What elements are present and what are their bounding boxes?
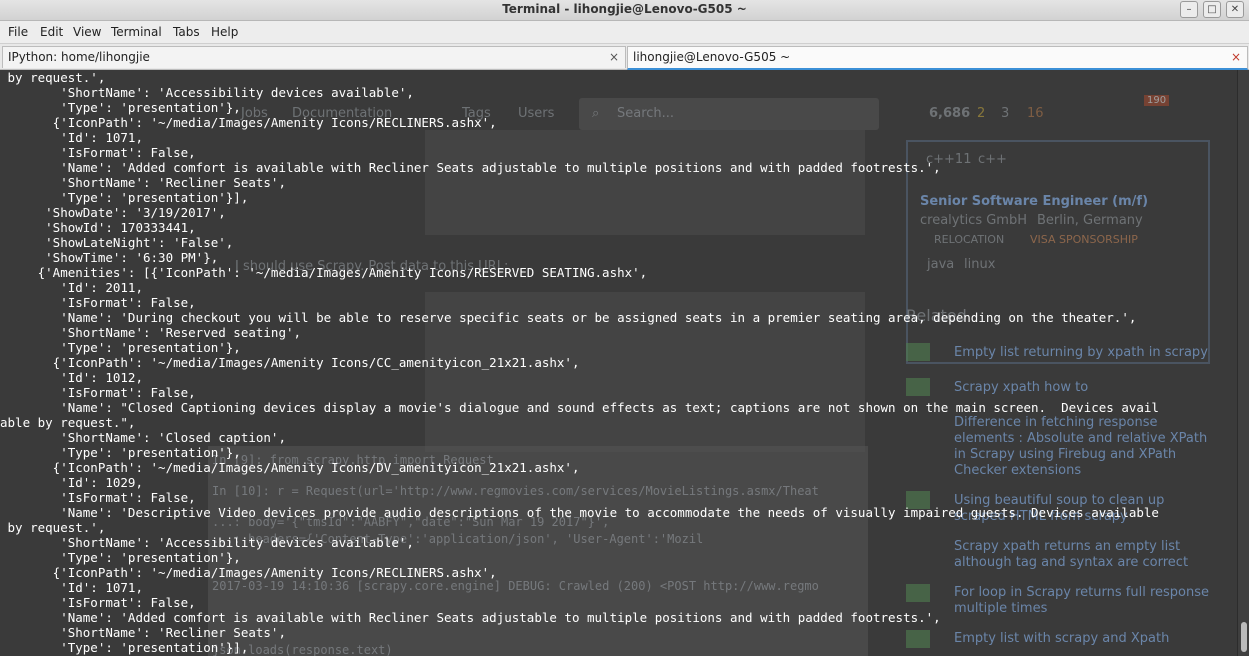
menu-help[interactable]: Help [211,25,238,39]
terminal-line: 'Type': 'presentation'}], [0,190,249,205]
tab-terminal[interactable]: lihongjie@Lenovo-G505 ~ × [627,46,1248,70]
terminal-line: by request.', [0,70,106,85]
terminal-line: 'Type': 'presentation'}, [0,445,241,460]
terminal-line: 'IsFormat': False, [0,295,196,310]
terminal-line: 'Name': 'Descriptive Video devices provi… [0,505,1159,520]
terminal-output: by request.', 'ShortName': 'Accessibilit… [0,70,1159,655]
terminal-line: 'Name': "Closed Captioning devices displ… [0,400,1159,415]
terminal-line: {'IconPath': '~/media/Images/Amenity Ico… [0,355,580,370]
terminal-line: 'Id': 1071, [0,130,143,145]
menu-tabs[interactable]: Tabs [173,25,200,39]
terminal-line: 'ShortName': 'Recliner Seats', [0,175,286,190]
minimize-icon[interactable]: – [1180,1,1198,18]
terminal-line: 'ShowId': 170333441, [0,220,196,235]
terminal-line: {'Amenities': [{'IconPath': '~/media/Ima… [0,265,648,280]
terminal-line: 'ShortName': 'Accessibility devices avai… [0,535,414,550]
terminal-line: 'IsFormat': False, [0,145,196,160]
tab-bar: IPython: home/lihongjie × lihongjie@Leno… [0,44,1249,70]
terminal-line: 'IsFormat': False, [0,595,196,610]
window-title: Terminal - lihongjie@Lenovo-G505 ~ [502,2,747,16]
terminal-line: 'Name': 'Added comfort is available with… [0,610,941,625]
terminal-line: 'Id': 1012, [0,370,143,385]
terminal-line: by request.', [0,520,106,535]
terminal-line: 'Type': 'presentation'}], [0,640,249,655]
terminal-line: 'ShortName': 'Recliner Seats', [0,625,286,640]
menu-terminal[interactable]: Terminal [111,25,162,39]
maximize-icon[interactable]: □ [1203,1,1221,18]
terminal-view[interactable]: Jobs Documentation Tags Users ⌕ Search..… [0,70,1237,656]
menu-file[interactable]: File [8,25,28,39]
terminal-line: 'IsFormat': False, [0,490,196,505]
terminal-line: 'Id': 1071, [0,580,143,595]
terminal-line: 'ShortName': 'Closed caption', [0,430,286,445]
close-icon[interactable]: ✕ [1226,1,1244,18]
terminal-line: {'IconPath': '~/media/Images/Amenity Ico… [0,565,497,580]
terminal-line: {'IconPath': '~/media/Images/Amenity Ico… [0,460,580,475]
terminal-line: 'ShowLateNight': 'False', [0,235,234,250]
window-titlebar[interactable]: Terminal - lihongjie@Lenovo-G505 ~ – □ ✕ [0,0,1249,21]
terminal-line: 'Id': 1029, [0,475,143,490]
terminal-line: 'Name': 'Added comfort is available with… [0,160,941,175]
menu-view[interactable]: View [73,25,101,39]
menu-edit[interactable]: Edit [40,25,63,39]
terminal-line: 'Type': 'presentation'}, [0,550,241,565]
tab-close-icon[interactable]: × [1231,50,1241,64]
terminal-line: 'ShowTime': '6:30 PM'}, [0,250,219,265]
terminal-line: 'Id': 2011, [0,280,143,295]
tab-ipython[interactable]: IPython: home/lihongjie × [2,46,626,68]
tab-label: lihongjie@Lenovo-G505 ~ [633,50,791,64]
terminal-line: 'Name': 'During checkout you will be abl… [0,310,1137,325]
terminal-scrollbar[interactable] [1237,70,1249,656]
terminal-line: 'ShortName': 'Reserved seating', [0,325,302,340]
scrollbar-thumb[interactable] [1241,622,1247,652]
terminal-line: 'IsFormat': False, [0,385,196,400]
terminal-line: 'Type': 'presentation'}, [0,340,241,355]
terminal-line: 'Type': 'presentation'}, [0,100,241,115]
tab-close-icon[interactable]: × [609,50,619,64]
tab-label: IPython: home/lihongjie [8,50,150,64]
terminal-line: 'ShowDate': '3/19/2017', [0,205,226,220]
terminal-line: able by request.", [0,415,136,430]
menu-bar: File Edit View Terminal Tabs Help [0,21,1249,44]
terminal-line: {'IconPath': '~/media/Images/Amenity Ico… [0,115,497,130]
terminal-line: 'ShortName': 'Accessibility devices avai… [0,85,414,100]
